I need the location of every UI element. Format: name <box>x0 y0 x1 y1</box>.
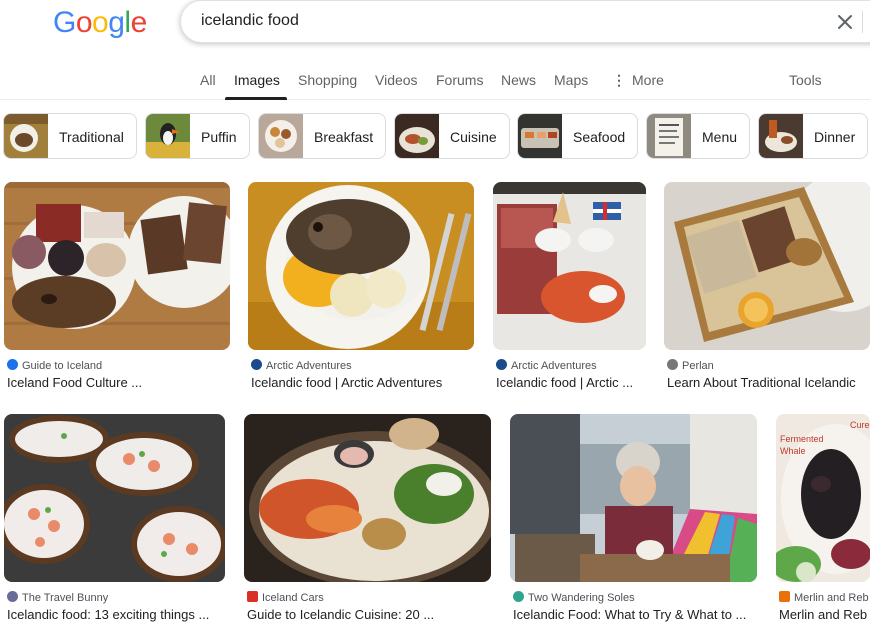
site-favicon-icon <box>7 359 18 370</box>
logo-letter: o <box>92 6 109 39</box>
site-favicon-icon <box>513 591 524 602</box>
tab-more-label: More <box>632 72 664 88</box>
tab-videos[interactable]: Videos <box>375 72 418 88</box>
overlay-label: Fermented <box>780 434 824 444</box>
chip-dinner[interactable]: Dinner <box>758 113 868 159</box>
logo-letter: G <box>53 6 76 39</box>
site-favicon-icon <box>247 591 258 602</box>
result-title[interactable]: Icelandic food: 13 exciting things ... <box>7 607 225 622</box>
search-input[interactable] <box>201 12 801 30</box>
result-source: Merlin and Reb <box>779 591 869 604</box>
tab-all[interactable]: All <box>200 72 216 88</box>
site-favicon-icon <box>496 359 507 370</box>
result-title[interactable]: Icelandic food | Arctic Adventures <box>251 375 474 390</box>
result-image <box>244 414 491 582</box>
site-favicon-icon <box>7 591 18 602</box>
result-image <box>493 182 646 350</box>
result-title[interactable]: Icelandic Food: What to Try & What to ..… <box>513 607 757 622</box>
image-result-card[interactable]: The Travel Bunny Icelandic food: 13 exci… <box>4 414 225 629</box>
image-result-card[interactable]: Perlan Learn About Traditional Icelandic <box>664 182 870 392</box>
result-title[interactable]: Icelandic food | Arctic ... <box>496 375 646 390</box>
tab-news[interactable]: News <box>501 72 536 88</box>
result-image <box>248 182 474 350</box>
chip-thumbnail <box>4 114 48 158</box>
image-result-card[interactable]: Iceland Cars Guide to Icelandic Cuisine:… <box>244 414 491 629</box>
google-logo[interactable]: Google <box>53 6 147 40</box>
result-source: Iceland Cars <box>247 591 324 604</box>
image-result-card[interactable]: Two Wandering Soles Icelandic Food: What… <box>510 414 757 629</box>
chip-thumbnail <box>647 114 691 158</box>
source-name: The Travel Bunny <box>22 592 109 604</box>
tab-images[interactable]: Images <box>234 72 280 88</box>
image-result-card[interactable]: Arctic Adventures Icelandic food | Arcti… <box>248 182 474 392</box>
chip-label: Dinner <box>814 129 856 145</box>
chip-menu[interactable]: Menu <box>646 113 750 159</box>
source-name: Guide to Iceland <box>22 360 103 372</box>
source-name: Merlin and Reb <box>794 592 869 604</box>
result-source: Guide to Iceland <box>7 359 102 372</box>
image-result-card[interactable]: Arctic Adventures Icelandic food | Arcti… <box>493 182 646 392</box>
search-box <box>180 0 870 43</box>
tab-shopping[interactable]: Shopping <box>298 72 357 88</box>
chip-thumbnail <box>259 114 303 158</box>
source-name: Iceland Cars <box>262 592 324 604</box>
chip-thumbnail <box>518 114 562 158</box>
chip-thumbnail <box>395 114 439 158</box>
result-source: The Travel Bunny <box>7 591 108 604</box>
active-tab-indicator <box>225 97 287 100</box>
site-favicon-icon <box>779 591 790 602</box>
result-image <box>4 414 225 582</box>
chip-breakfast[interactable]: Breakfast <box>258 113 386 159</box>
chip-label: Breakfast <box>314 129 374 145</box>
site-favicon-icon <box>251 359 262 370</box>
result-title[interactable]: Guide to Icelandic Cuisine: 20 ... <box>247 607 491 622</box>
chip-label: Traditional <box>59 129 124 145</box>
overlay-label: Cure <box>850 420 870 430</box>
result-source: Perlan <box>667 359 714 372</box>
clear-search-button[interactable] <box>833 10 857 34</box>
chip-seafood[interactable]: Seafood <box>517 113 638 159</box>
chip-cuisine[interactable]: Cuisine <box>394 113 510 159</box>
image-result-card[interactable]: Fermented Whale Cure Merlin and Reb Merl… <box>776 414 870 629</box>
close-icon <box>838 15 852 29</box>
source-name: Arctic Adventures <box>266 360 352 372</box>
chip-thumbnail <box>759 114 803 158</box>
search-divider <box>862 11 863 33</box>
result-source: Arctic Adventures <box>496 359 597 372</box>
source-name: Two Wandering Soles <box>528 592 635 604</box>
logo-letter: g <box>108 6 125 39</box>
result-title[interactable]: Merlin and Reb <box>779 607 870 622</box>
site-favicon-icon <box>667 359 678 370</box>
tab-maps[interactable]: Maps <box>554 72 588 88</box>
tools-button[interactable]: Tools <box>789 72 822 88</box>
google-image-results-page: Google All Images Shopping Videos Forums… <box>0 0 870 638</box>
source-name: Arctic Adventures <box>511 360 597 372</box>
chip-label: Seafood <box>573 129 626 145</box>
result-source: Two Wandering Soles <box>513 591 635 604</box>
more-vert-icon: ⋮ <box>612 72 626 88</box>
image-result-card[interactable]: Guide to Iceland Iceland Food Culture ..… <box>4 182 230 392</box>
source-name: Perlan <box>682 360 714 372</box>
chip-traditional[interactable]: Traditional <box>3 113 137 159</box>
chip-label: Cuisine <box>450 129 497 145</box>
tab-more[interactable]: ⋮ More <box>612 72 664 89</box>
chip-puffin[interactable]: Puffin <box>145 113 250 159</box>
chip-thumbnail <box>146 114 190 158</box>
overlay-label: Whale <box>780 446 806 456</box>
tab-forums[interactable]: Forums <box>436 72 483 88</box>
result-image <box>664 182 870 350</box>
logo-letter: e <box>130 6 148 39</box>
result-title[interactable]: Learn About Traditional Icelandic <box>667 375 870 390</box>
result-image <box>510 414 757 582</box>
result-title[interactable]: Iceland Food Culture ... <box>7 375 230 390</box>
result-source: Arctic Adventures <box>251 359 352 372</box>
logo-letter: o <box>75 6 93 39</box>
search-tabs: All Images Shopping Videos Forums News M… <box>0 58 870 100</box>
chip-label: Menu <box>702 129 738 145</box>
chip-label: Puffin <box>201 129 237 145</box>
result-image: Fermented Whale Cure <box>776 414 870 582</box>
result-image <box>4 182 230 350</box>
